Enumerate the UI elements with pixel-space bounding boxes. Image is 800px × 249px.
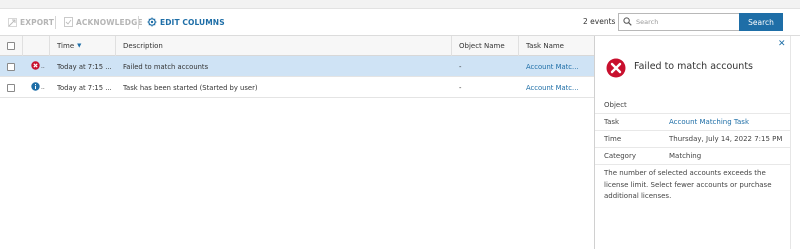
search-input[interactable] xyxy=(636,18,731,26)
acknowledge-label: ACKNOWLEDGE xyxy=(76,17,143,27)
header-task-name-label: Task Name xyxy=(526,42,564,50)
search-box[interactable] xyxy=(618,13,739,31)
detail-label: Object xyxy=(604,101,627,109)
gear-icon xyxy=(147,17,157,27)
header-object-name[interactable]: Object Name xyxy=(451,36,518,56)
description-cell: Task has been started (Started by user) xyxy=(123,83,258,92)
description-cell: Failed to match accounts xyxy=(123,62,209,71)
toolbar: EXPORT ACKNOWLEDGE EDIT COLUMNS 2 events… xyxy=(0,9,800,36)
detail-row-category: Category Matching xyxy=(595,148,790,165)
header-description-label: Description xyxy=(123,42,163,50)
status-more-indicator: .. xyxy=(41,63,45,70)
acknowledge-button[interactable]: ACKNOWLEDGE xyxy=(64,15,143,29)
select-all-checkbox[interactable] xyxy=(7,42,15,50)
detail-row-object: Object xyxy=(595,97,790,114)
export-icon xyxy=(8,17,17,27)
task-name-link[interactable]: Account Matc... xyxy=(526,56,582,77)
detail-label: Category xyxy=(604,152,636,160)
header-status xyxy=(22,36,49,56)
error-icon xyxy=(31,61,40,72)
object-name-cell: - xyxy=(459,83,462,92)
detail-row-time: Time Thursday, July 14, 2022 7:15 PM xyxy=(595,131,790,148)
task-link[interactable]: Account Matching Task xyxy=(669,118,749,126)
grid-header: Time ▼ Description Object Name Task Name xyxy=(0,36,594,56)
edit-columns-button[interactable]: EDIT COLUMNS xyxy=(147,15,225,29)
status-more-indicator: .. xyxy=(41,84,45,91)
close-icon[interactable]: ✕ xyxy=(778,40,786,49)
detail-label: Task xyxy=(604,118,620,126)
toolbar-separator xyxy=(138,16,139,29)
time-cell: Today at 7:15 ... xyxy=(57,83,112,92)
header-object-name-label: Object Name xyxy=(459,42,505,50)
header-task-name[interactable]: Task Name xyxy=(518,36,594,56)
acknowledge-icon xyxy=(64,17,73,27)
toolbar-separator xyxy=(55,16,56,29)
events-grid: Time ▼ Description Object Name Task Name… xyxy=(0,36,594,249)
select-all-cell xyxy=(0,36,22,56)
info-icon xyxy=(31,82,40,93)
detail-title: Failed to match accounts xyxy=(634,61,754,72)
export-button[interactable]: EXPORT xyxy=(8,15,54,29)
error-icon xyxy=(606,58,626,80)
event-detail-panel: ✕ Failed to match accounts Object Task A… xyxy=(595,36,790,249)
row-checkbox[interactable] xyxy=(7,62,15,71)
header-description[interactable]: Description xyxy=(115,36,451,56)
task-name-link[interactable]: Account Matc... xyxy=(526,77,582,98)
search-button[interactable]: Search xyxy=(739,13,783,31)
detail-label: Time xyxy=(604,135,622,143)
detail-message: The number of selected accounts exceeds … xyxy=(604,169,772,200)
search-icon xyxy=(619,16,632,28)
table-row[interactable]: .. Today at 7:15 ... Failed to match acc… xyxy=(0,56,594,77)
row-checkbox-cell xyxy=(7,56,15,77)
header-time-label: Time xyxy=(57,42,75,50)
table-row[interactable]: .. Today at 7:15 ... Task has been start… xyxy=(0,77,594,98)
detail-value: Matching xyxy=(669,152,702,160)
object-name-cell: - xyxy=(459,62,462,71)
row-checkbox-cell xyxy=(7,77,15,98)
status-cell: .. xyxy=(31,56,49,77)
edit-columns-label: EDIT COLUMNS xyxy=(160,17,225,27)
sort-descending-icon: ▼ xyxy=(77,43,82,49)
header-time[interactable]: Time ▼ xyxy=(49,36,115,56)
vertical-scrollbar[interactable] xyxy=(790,36,800,249)
events-count: 2 events xyxy=(583,17,616,26)
top-strip xyxy=(0,0,800,9)
row-checkbox[interactable] xyxy=(7,83,15,92)
status-cell: .. xyxy=(31,77,49,98)
detail-value: Thursday, July 14, 2022 7:15 PM xyxy=(669,135,783,143)
detail-row-task: Task Account Matching Task xyxy=(595,114,790,131)
export-label: EXPORT xyxy=(20,17,54,27)
time-cell: Today at 7:15 ... xyxy=(57,62,112,71)
